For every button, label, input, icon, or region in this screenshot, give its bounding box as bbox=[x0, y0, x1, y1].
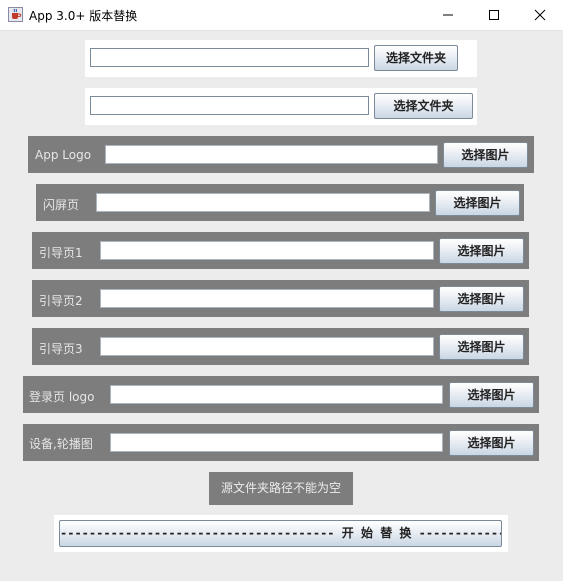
select-splash-button[interactable]: 选择图片 bbox=[435, 190, 520, 216]
select-target-folder-button[interactable]: 选择文件夹 bbox=[374, 93, 473, 119]
select-device-carousel-button[interactable]: 选择图片 bbox=[449, 430, 534, 456]
splash-row: 闪屏页 选择图片 bbox=[36, 184, 524, 221]
start-replace-button[interactable]: -------------------------------------- 开… bbox=[59, 520, 502, 547]
guide-3-row: 引导页3 选择图片 bbox=[32, 328, 529, 365]
select-login-logo-button[interactable]: 选择图片 bbox=[449, 382, 534, 408]
close-icon bbox=[534, 9, 546, 21]
target-folder-row: 选择文件夹 bbox=[85, 88, 477, 125]
login-logo-field[interactable] bbox=[110, 385, 443, 404]
login-logo-row: 登录页 logo 选择图片 bbox=[23, 376, 539, 413]
guide-1-label: 引导页1 bbox=[39, 246, 83, 260]
guide-1-row: 引导页1 选择图片 bbox=[32, 232, 529, 269]
maximize-icon bbox=[489, 10, 499, 20]
guide-3-label: 引导页3 bbox=[39, 342, 83, 356]
select-source-folder-button[interactable]: 选择文件夹 bbox=[374, 45, 458, 71]
window-title: App 3.0+ 版本替换 bbox=[29, 9, 138, 23]
start-button-panel: -------------------------------------- 开… bbox=[54, 515, 508, 552]
close-button[interactable] bbox=[517, 0, 563, 30]
guide-2-label: 引导页2 bbox=[39, 294, 83, 308]
java-cup-icon bbox=[8, 7, 23, 22]
select-guide-2-button[interactable]: 选择图片 bbox=[439, 286, 524, 312]
guide-3-field[interactable] bbox=[100, 337, 434, 356]
splash-label: 闪屏页 bbox=[43, 198, 80, 212]
login-logo-label: 登录页 logo bbox=[29, 390, 95, 404]
target-folder-field[interactable] bbox=[90, 96, 369, 115]
app-logo-label: App Logo bbox=[35, 148, 92, 162]
select-guide-1-button[interactable]: 选择图片 bbox=[439, 238, 524, 264]
device-carousel-field[interactable] bbox=[110, 433, 443, 452]
guide-2-field[interactable] bbox=[100, 289, 434, 308]
title-bar: App 3.0+ 版本替换 bbox=[0, 0, 563, 31]
maximize-button[interactable] bbox=[471, 0, 517, 30]
splash-field[interactable] bbox=[96, 193, 430, 212]
guide-1-field[interactable] bbox=[100, 241, 434, 260]
minimize-icon bbox=[443, 14, 453, 16]
source-folder-field[interactable] bbox=[90, 48, 369, 67]
device-carousel-row: 设备,轮播图 选择图片 bbox=[23, 424, 539, 461]
app-logo-row: App Logo 选择图片 bbox=[28, 136, 534, 173]
select-guide-3-button[interactable]: 选择图片 bbox=[439, 334, 524, 360]
source-folder-row: 选择文件夹 bbox=[85, 40, 477, 77]
select-app-logo-button[interactable]: 选择图片 bbox=[443, 142, 528, 168]
device-carousel-label: 设备,轮播图 bbox=[29, 437, 93, 451]
guide-2-row: 引导页2 选择图片 bbox=[32, 280, 529, 317]
minimize-button[interactable] bbox=[425, 0, 471, 30]
status-message: 源文件夹路径不能为空 bbox=[209, 472, 353, 505]
app-logo-field[interactable] bbox=[105, 145, 438, 164]
